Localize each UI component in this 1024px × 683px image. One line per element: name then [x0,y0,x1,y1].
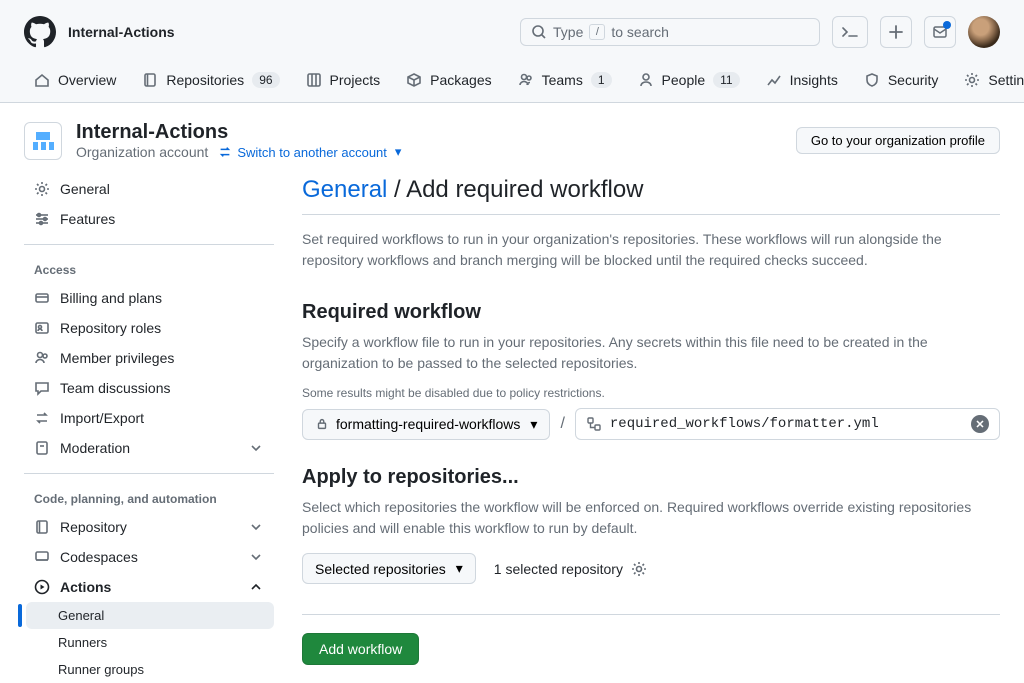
section-apply-desc: Select which repositories the workflow w… [302,497,1000,539]
tab-teams[interactable]: Teams1 [508,64,622,102]
sidebar-item-member-priv[interactable]: Member privileges [24,343,274,373]
chevron-up-icon [248,579,264,595]
section-required-workflow-desc: Specify a workflow file to run in your r… [302,332,1000,374]
sidebar-item-repository[interactable]: Repository [24,512,274,542]
repo-icon [34,519,50,535]
org-avatar [24,122,62,160]
chevron-down-icon [248,549,264,565]
sidebar-subitem-actions-general[interactable]: General [26,602,274,629]
notifications-button[interactable] [924,16,956,48]
path-separator: / [560,415,564,433]
chevron-down-icon [248,519,264,535]
comment-icon [34,380,50,396]
page-title: General / Add required workflow [302,176,1000,215]
org-subtitle: Organization account [76,144,208,160]
sidebar-item-team-discussions[interactable]: Team discussions [24,373,274,403]
workflow-path-input[interactable] [610,416,963,432]
report-icon [34,440,50,456]
caret-down-icon: ▾ [530,416,537,433]
caret-down-icon: ▾ [456,560,463,577]
tab-security[interactable]: Security [854,64,949,102]
add-workflow-button[interactable]: Add workflow [302,633,419,665]
sidebar-item-moderation[interactable]: Moderation [24,433,274,463]
page-description: Set required workflows to run in your or… [302,215,1000,275]
settings-sidebar: General Features Access Billing and plan… [24,170,274,683]
create-new-button[interactable] [880,16,912,48]
search-placeholder-pre: Type [553,24,583,40]
command-palette-button[interactable] [832,16,868,48]
tab-overview[interactable]: Overview [24,64,126,102]
sidebar-item-repo-roles[interactable]: Repository roles [24,313,274,343]
gear-icon [34,181,50,197]
repo-scope-select[interactable]: Selected repositories ▾ [302,553,476,584]
gear-icon[interactable] [631,561,647,577]
credit-card-icon [34,290,50,306]
id-badge-icon [34,320,50,336]
policy-hint: Some results might be disabled due to po… [302,386,1000,400]
user-avatar[interactable] [968,16,1000,48]
clear-input-button[interactable]: ✕ [971,415,989,433]
workflow-icon [586,416,602,432]
arrows-switch-icon [34,410,50,426]
people-icon [34,350,50,366]
sidebar-item-actions[interactable]: Actions [24,572,274,602]
sidebar-header-code: Code, planning, and automation [24,486,274,512]
tab-packages[interactable]: Packages [396,64,501,102]
search-input[interactable]: Type / to search [520,18,820,46]
go-to-profile-button[interactable]: Go to your organization profile [796,127,1000,154]
tab-people[interactable]: People11 [628,64,750,102]
github-logo[interactable] [24,16,56,48]
selected-repo-count: 1 selected repository [494,561,623,577]
switch-account-link[interactable]: Switch to another account ▾ [218,144,401,160]
chevron-down-icon [248,440,264,456]
codespaces-icon [34,549,50,565]
sidebar-subitem-actions-runner-groups[interactable]: Runner groups [26,656,274,683]
sliders-icon [34,211,50,227]
tab-projects[interactable]: Projects [296,64,391,102]
sidebar-header-access: Access [24,257,274,283]
tab-settings[interactable]: Settings [954,64,1024,102]
breadcrumb-general[interactable]: General [302,176,387,203]
section-required-workflow-heading: Required workflow [302,301,1000,324]
caret-down-icon: ▾ [395,144,402,160]
sidebar-item-features[interactable]: Features [24,204,274,234]
switch-icon [218,145,232,159]
org-name: Internal-Actions [76,121,401,144]
workflow-repo-select[interactable]: formatting-required-workflows ▾ [302,409,550,440]
section-apply-heading: Apply to repositories... [302,466,1000,489]
header-context[interactable]: Internal-Actions [68,24,175,40]
sidebar-item-general[interactable]: General [24,174,274,204]
search-placeholder-post: to search [611,24,669,40]
sidebar-item-import-export[interactable]: Import/Export [24,403,274,433]
notification-indicator [943,21,951,29]
sidebar-item-billing[interactable]: Billing and plans [24,283,274,313]
search-icon [531,24,547,40]
tab-insights[interactable]: Insights [756,64,848,102]
lock-icon [315,417,329,431]
play-icon [34,579,50,595]
slash-key-icon: / [589,24,605,40]
sidebar-item-codespaces[interactable]: Codespaces [24,542,274,572]
tab-repositories[interactable]: Repositories96 [132,64,289,102]
sidebar-subitem-actions-runners[interactable]: Runners [26,629,274,656]
